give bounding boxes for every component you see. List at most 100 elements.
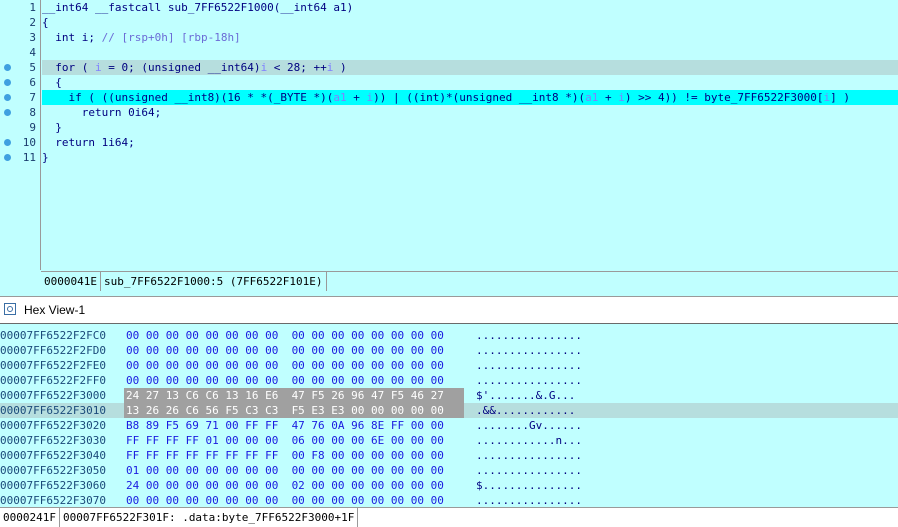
code-line[interactable]: for ( i = 0; (unsigned __int64)i < 28; +… [42,60,898,75]
line-number: 4 [29,46,36,59]
code-text: return 0i64; [42,106,162,119]
code-line[interactable]: } [42,150,898,165]
pseudocode-status-offset: 0000041E [41,272,101,291]
line-number: 3 [29,31,36,44]
hex-address: 00007FF6522F2FE0 [0,359,106,372]
code-line[interactable]: return 0i64; [42,105,898,120]
hex-ascii[interactable]: ............n... [476,433,582,448]
hex-bytes[interactable]: 00 00 00 00 00 00 00 00 00 00 00 00 00 0… [126,493,444,506]
line-number: 1 [29,1,36,14]
hex-ascii[interactable]: ................ [476,448,582,463]
code-text: return 1i64; [42,136,135,149]
hex-bytes[interactable]: 00 00 00 00 00 00 00 00 00 00 00 00 00 0… [126,358,444,373]
hex-status-bar: 0000241F 00007FF6522F301F: .data:byte_7FF… [0,507,898,527]
hex-address: 00007FF6522F3040 [0,449,106,462]
hex-bytes[interactable]: B8 89 F5 69 71 00 FF FF 47 76 0A 96 8E F… [126,418,444,433]
code-line[interactable]: { [42,15,898,30]
pseudocode-status-location: sub_7FF6522F1000:5 (7FF6522F101E) [101,272,327,291]
hex-address: 00007FF6522F3020 [0,419,106,432]
code-variable[interactable]: i [618,91,625,104]
hex-address: 00007FF6522F2FF0 [0,374,106,387]
hex-view-icon [4,303,16,315]
hex-address: 00007FF6522F3070 [0,494,106,506]
breakpoint-dot-icon[interactable] [4,109,11,116]
hex-bytes[interactable]: FF FF FF FF FF FF FF FF 00 F8 00 00 00 0… [126,448,444,463]
hex-address: 00007FF6522F3010 [0,404,106,417]
hex-address: 00007FF6522F3050 [0,464,106,477]
breakpoint-dot-icon[interactable] [4,94,11,101]
code-text: } [42,121,62,134]
hex-dump[interactable]: 00007FF6522F2FC0 00 00 00 00 00 00 00 00 … [0,328,898,506]
hex-row[interactable]: 00007FF6522F3030 FF FF FF FF 01 00 00 00 … [0,433,898,448]
hex-view-title: Hex View-1 [24,303,86,317]
code-text: + [346,91,367,104]
code-comment: // [rsp+0h] [rbp-18h] [101,31,241,44]
hex-row[interactable]: 00007FF6522F2FF0 00 00 00 00 00 00 00 00 … [0,373,898,388]
code-line[interactable]: } [42,120,898,135]
code-line[interactable]: { [42,75,898,90]
hex-row[interactable]: 00007FF6522F2FC0 00 00 00 00 00 00 00 00 … [0,328,898,343]
code-text: + [598,91,619,104]
hex-status-location: 00007FF6522F301F: .data:byte_7FF6522F300… [60,508,359,527]
hex-ascii[interactable]: ........Gv...... [476,418,582,433]
hex-row[interactable]: 00007FF6522F2FE0 00 00 00 00 00 00 00 00 … [0,358,898,373]
hex-bytes[interactable]: 01 00 00 00 00 00 00 00 00 00 00 00 00 0… [126,463,444,478]
hex-bytes[interactable]: 13 26 26 C6 56 F5 C3 C3 F5 E3 E3 00 00 0… [126,403,444,418]
hex-bytes[interactable]: 24 27 13 C6 C6 13 16 E6 47 F5 26 96 47 F… [126,388,444,403]
hex-bytes[interactable]: 00 00 00 00 00 00 00 00 00 00 00 00 00 0… [126,343,444,358]
hex-address: 00007FF6522F2FD0 [0,344,106,357]
pseudocode-pane[interactable]: 1 2 3 4 5 6 7 8 9 10 11 __int64 __fastcall sub_7FF… [0,0,898,292]
hex-bytes[interactable]: FF FF FF FF 01 00 00 00 06 00 00 00 6E 0… [126,433,444,448]
code-line[interactable]: return 1i64; [42,135,898,150]
code-text: ) >> 4)) != byte_7FF6522F3000[ [624,91,824,104]
line-number-gutter[interactable]: 1 2 3 4 5 6 7 8 9 10 11 [0,0,41,270]
hex-row[interactable]: 00007FF6522F3020 B8 89 F5 69 71 00 FF FF … [0,418,898,433]
breakpoint-dot-icon[interactable] [4,154,11,161]
hex-row[interactable]: 00007FF6522F2FD0 00 00 00 00 00 00 00 00 … [0,343,898,358]
hex-address: 00007FF6522F3030 [0,434,106,447]
code-text: } [42,151,49,164]
line-number: 2 [29,16,36,29]
code-text: for ( [42,61,95,74]
hex-ascii[interactable]: ................ [476,358,582,373]
code-text: )) | ((int)*(unsigned __int8 *)( [373,91,586,104]
code-variable[interactable]: i [95,61,102,74]
hex-ascii[interactable]: ................ [476,493,582,506]
hex-row[interactable]: 00007FF6522F3000 24 27 13 C6 C6 13 16 E6 … [0,388,898,403]
code-text: int i; [42,31,102,44]
code-line[interactable]: __int64 __fastcall sub_7FF6522F1000(__in… [42,0,898,15]
hex-row[interactable]: 00007FF6522F3050 01 00 00 00 00 00 00 00 … [0,463,898,478]
code-line[interactable]: int i; // [rsp+0h] [rbp-18h] [42,30,898,45]
hex-ascii[interactable]: $'.......&.G... [476,388,575,403]
hex-ascii[interactable]: .&&............ [476,403,575,418]
breakpoint-dot-icon[interactable] [4,64,11,71]
hex-ascii[interactable]: $............... [476,478,582,493]
code-text: ] ) [830,91,851,104]
code-text: __int64 __fastcall sub_7FF6522F1000(__in… [42,1,354,14]
hex-row[interactable]: 00007FF6522F3010 13 26 26 C6 56 F5 C3 C3 … [0,403,898,418]
hex-ascii[interactable]: ................ [476,328,582,343]
code-text: ) [333,61,347,74]
code-text: if ( ((unsigned __int8)(16 * *(_BYTE *)( [42,91,334,104]
hex-ascii[interactable]: ................ [476,373,582,388]
hex-bytes[interactable]: 00 00 00 00 00 00 00 00 00 00 00 00 00 0… [126,373,444,388]
hex-row[interactable]: 00007FF6522F3070 00 00 00 00 00 00 00 00 … [0,493,898,506]
code-variable[interactable]: a1 [333,91,346,104]
code-line[interactable]: if ( ((unsigned __int8)(16 * *(_BYTE *)(… [42,90,898,105]
hex-bytes[interactable]: 00 00 00 00 00 00 00 00 00 00 00 00 00 0… [126,328,444,343]
code-text: < 28; ++ [267,61,327,74]
hex-address: 00007FF6522F3000 [0,389,106,402]
hex-address: 00007FF6522F2FC0 [0,329,106,342]
hex-ascii[interactable]: ................ [476,343,582,358]
hex-view-tab[interactable]: Hex View-1 [0,296,898,324]
hex-row[interactable]: 00007FF6522F3040 FF FF FF FF FF FF FF FF … [0,448,898,463]
hex-bytes[interactable]: 24 00 00 00 00 00 00 00 02 00 00 00 00 0… [126,478,444,493]
code-variable[interactable]: a1 [585,91,598,104]
code-text: = 0; (unsigned __int64) [101,61,261,74]
code-line[interactable] [42,45,898,60]
breakpoint-dot-icon[interactable] [4,79,11,86]
hex-ascii[interactable]: ................ [476,463,582,478]
hex-row[interactable]: 00007FF6522F3060 24 00 00 00 00 00 00 00 … [0,478,898,493]
breakpoint-dot-icon[interactable] [4,139,11,146]
code-text: { [42,76,62,89]
